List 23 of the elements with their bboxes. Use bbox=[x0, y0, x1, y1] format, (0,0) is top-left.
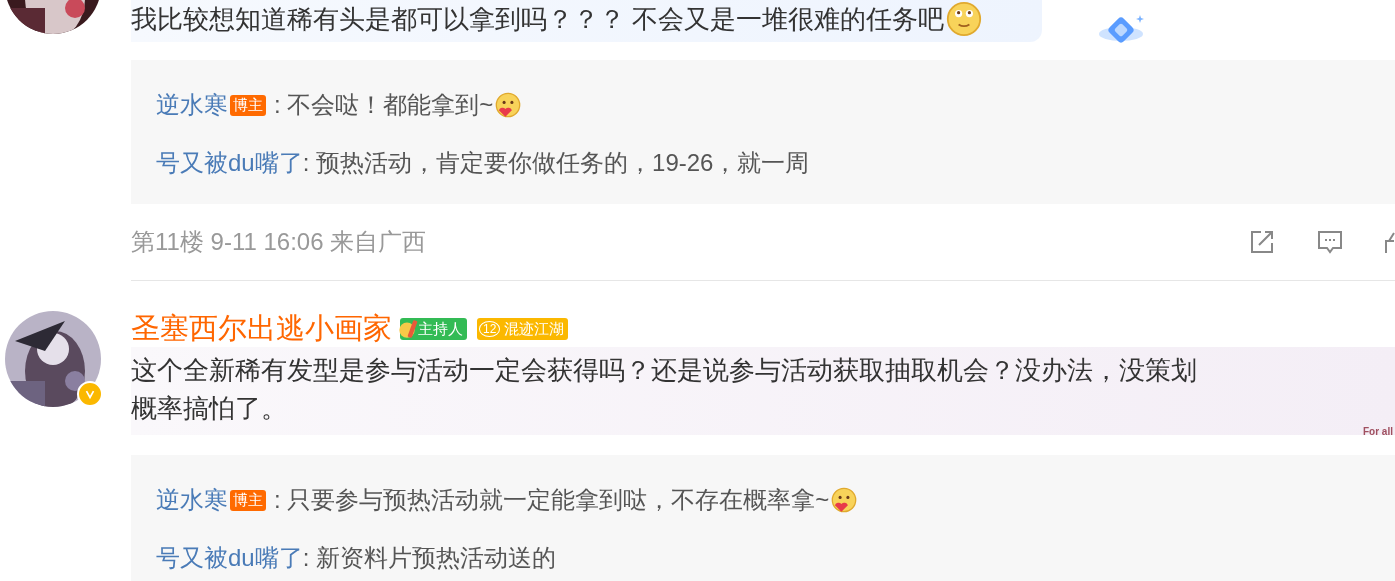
reply-author[interactable]: 逆水寒 bbox=[156, 484, 228, 516]
reply-author[interactable]: 逆水寒 bbox=[156, 89, 228, 121]
reply-author[interactable]: 号又被du嘴了 bbox=[156, 147, 303, 179]
host-badge: 主持人 bbox=[400, 318, 467, 340]
post-meta: 第11楼 9-11 16:06 来自广西 bbox=[131, 227, 427, 257]
author-badge: 博主 bbox=[230, 489, 266, 511]
comment-text: 概率搞怕了。 bbox=[131, 392, 287, 425]
level-badge: 12 混迹江湖 bbox=[477, 318, 569, 340]
comment-text: 这个全新稀有发型是参与活动一定会获得吗？还是说参与活动获取抽取机会？没办法，没策划 bbox=[131, 354, 1197, 387]
comment-icon[interactable] bbox=[1317, 229, 1343, 255]
comment-text: 我比较想知道稀有头是都可以拿到吗？？？ 不会又是一堆很难的任务吧 bbox=[131, 3, 945, 36]
reply-text: : 不会哒！都能拿到~ bbox=[274, 90, 494, 120]
author-badge: 博主 bbox=[230, 94, 266, 116]
smiley-icon bbox=[946, 1, 983, 37]
share-icon[interactable] bbox=[1249, 229, 1275, 255]
smiley-icon bbox=[831, 487, 858, 513]
reply-text: : 预热活动，肯定要你做任务的，19-26，就一周 bbox=[302, 148, 810, 178]
smiley-icon bbox=[495, 92, 522, 118]
username[interactable]: 圣塞西尔出逃小画家 bbox=[131, 309, 392, 349]
reply-text: : 只要参与预热活动就一定能拿到哒，不存在概率拿~ bbox=[274, 485, 830, 515]
reply-text: : 新资料片预热活动送的 bbox=[302, 543, 557, 573]
reply-author[interactable]: 号又被du嘴了 bbox=[156, 542, 303, 574]
bubble-tag: For all bbox=[1363, 413, 1393, 451]
